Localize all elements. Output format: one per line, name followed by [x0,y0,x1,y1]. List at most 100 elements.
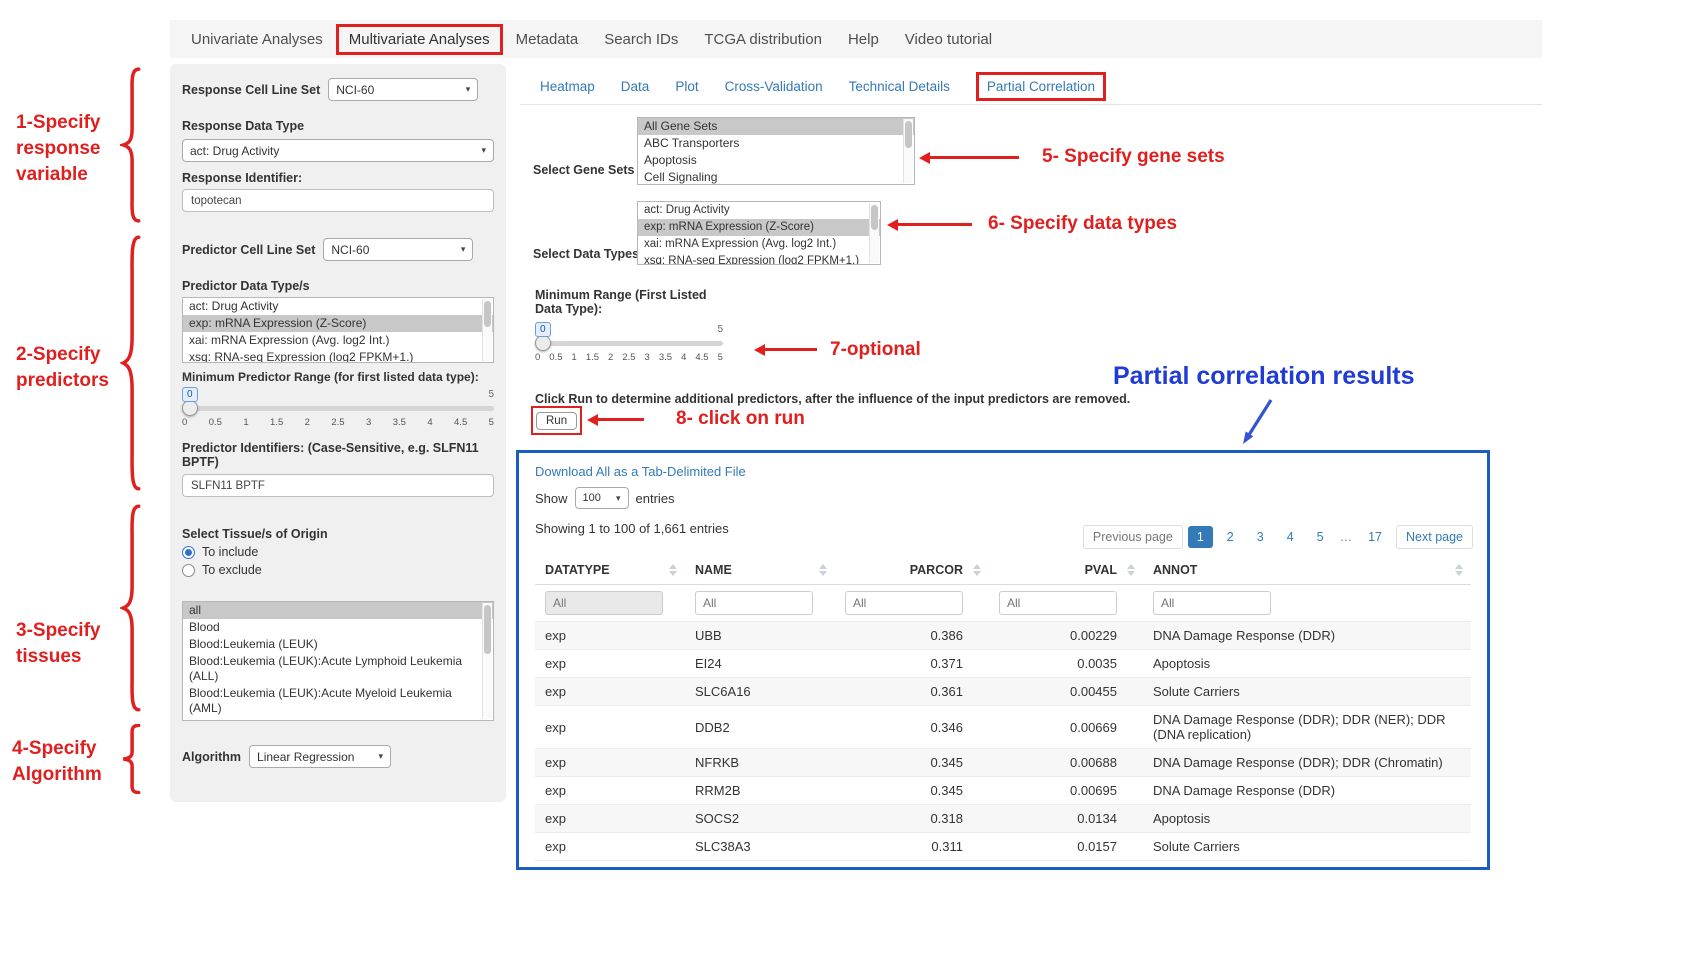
tick-label: 3 [645,352,650,363]
tissue-include-radio[interactable]: To include [182,545,494,559]
listbox-option-selected[interactable]: exp: mRNA Expression (Z-Score) [638,219,880,236]
cell-name: SLC6A16 [685,678,835,706]
scrollbar-thumb[interactable] [484,605,491,654]
filter-name-input[interactable] [695,591,813,615]
listbox-option[interactable]: Blood:Leukemia (LEUK) [183,636,493,653]
nav-help[interactable]: Help [835,25,892,54]
scrollbar [903,119,913,183]
nav-tcga-distribution[interactable]: TCGA distribution [691,25,835,54]
nav-video-tutorial[interactable]: Video tutorial [892,25,1005,54]
page-button-17[interactable]: 17 [1359,526,1391,548]
annotation-step7: 7-optional [830,337,921,363]
table-header-row: DATATYPE NAME PARCOR PVAL ANNOT [535,556,1471,585]
tick-label: 3.5 [393,417,406,428]
scrollbar-thumb[interactable] [484,301,491,327]
slider-track[interactable] [182,406,494,411]
listbox-option-selected[interactable]: exp: mRNA Expression (Z-Score) [183,315,493,332]
slider-track[interactable] [535,341,723,346]
column-header-parcor[interactable]: PARCOR [835,556,989,585]
run-button[interactable]: Run [536,412,577,430]
algorithm-select[interactable]: Linear Regression ▾ [249,745,391,768]
listbox-option[interactable]: Apoptosis [638,152,914,169]
cell-parcor: 0.371 [835,650,989,678]
table-row: exp NFRKB 0.345 0.00688 DNA Damage Respo… [535,749,1471,777]
tick-label: 5 [489,417,494,428]
listbox-option[interactable]: Blood [183,619,493,636]
nav-multivariate-analyses[interactable]: Multivariate Analyses [336,24,503,55]
tab-partial-correlation[interactable]: Partial Correlation [976,72,1106,101]
page-button-1[interactable]: 1 [1188,526,1213,548]
tissue-exclude-radio[interactable]: To exclude [182,563,494,577]
listbox-option-selected[interactable]: all [183,602,493,619]
filter-annot-input[interactable] [1153,591,1271,615]
listbox-option[interactable]: xai: mRNA Expression (Avg. log2 Int.) [638,236,880,253]
page-button-4[interactable]: 4 [1278,526,1303,548]
cell-parcor: 0.311 [835,833,989,861]
filter-datatype-input[interactable] [545,591,663,615]
annotation-step5: 5- Specify gene sets [1042,144,1225,170]
download-all-link[interactable]: Download All as a Tab-Delimited File [535,464,746,479]
page-button-3[interactable]: 3 [1248,526,1273,548]
sort-icon[interactable] [669,564,677,576]
listbox-option[interactable]: act: Drug Activity [638,202,880,219]
listbox-option[interactable]: xsq: RNA-seq Expression (log2 FPKM+1.) [638,253,880,265]
listbox-option[interactable]: Blood:Leukemia (LEUK):Acute Lymphoid Leu… [183,653,493,685]
listbox-option-selected[interactable]: All Gene Sets [638,118,914,135]
arrow-step7 [759,348,817,351]
scrollbar-thumb[interactable] [905,121,912,148]
slider-handle[interactable] [535,335,551,351]
listbox-option[interactable]: Cell Signaling [638,169,914,185]
tab-data[interactable]: Data [621,79,650,94]
cell-name: SLC38A3 [685,833,835,861]
cell-annot: Solute Carriers [1143,678,1471,706]
tab-heatmap[interactable]: Heatmap [540,79,595,94]
response-data-type-label: Response Data Type [182,119,494,133]
column-header-datatype[interactable]: DATATYPE [535,556,685,585]
column-header-pval[interactable]: PVAL [989,556,1143,585]
previous-page-button[interactable]: Previous page [1083,525,1183,549]
page-button-5[interactable]: 5 [1308,526,1333,548]
listbox-option[interactable]: Blood:Leukemia (LEUK):Acute Myeloid Leuk… [183,685,493,717]
sort-icon[interactable] [819,564,827,576]
listbox-option[interactable]: ABC Transporters [638,135,914,152]
listbox-option[interactable]: xsq: RNA-seq Expression (log2 FPKM+1.) [183,349,493,363]
min-predictor-range-label: Minimum Predictor Range (for first liste… [182,370,494,384]
scrollbar-thumb[interactable] [871,205,878,230]
nav-metadata[interactable]: Metadata [503,25,592,54]
tab-technical-details[interactable]: Technical Details [849,79,950,94]
predictor-cell-line-set-select[interactable]: NCI-60 ▾ [323,238,473,261]
column-header-name[interactable]: NAME [685,556,835,585]
listbox-option[interactable]: xai: mRNA Expression (Avg. log2 Int.) [183,332,493,349]
cell-annot: Apoptosis [1143,805,1471,833]
tissue-origin-label: Select Tissue/s of Origin [182,527,494,541]
page: Univariate Analyses Multivariate Analyse… [0,0,1700,956]
tab-plot[interactable]: Plot [675,79,698,94]
listbox-option[interactable]: act: Drug Activity [183,298,493,315]
cell-parcor: 0.345 [835,749,989,777]
response-identifier-input[interactable] [182,189,494,212]
predictor-identifiers-input[interactable] [182,474,494,497]
nav-univariate-analyses[interactable]: Univariate Analyses [178,25,336,54]
listbox-option[interactable]: Blood:Leukemia (LEUK):Chronic Myelogenou… [183,717,493,721]
tick-label: 2 [305,417,310,428]
annotation-step6: 6- Specify data types [988,211,1177,237]
cell-pval: 0.00688 [989,749,1143,777]
column-header-annot[interactable]: ANNOT [1143,556,1471,585]
filter-pval-input[interactable] [999,591,1117,615]
algorithm-value: Linear Regression [257,750,354,764]
slider-handle[interactable] [182,400,198,416]
sort-icon[interactable] [1455,564,1463,576]
response-cell-line-set-select[interactable]: NCI-60 ▾ [328,78,478,101]
filter-parcor-input[interactable] [845,591,963,615]
sort-icon[interactable] [1127,564,1135,576]
tab-cross-validation[interactable]: Cross-Validation [725,79,823,94]
page-button-2[interactable]: 2 [1218,526,1243,548]
response-data-type-select[interactable]: act: Drug Activity ▾ [182,139,494,162]
nav-search-ids[interactable]: Search IDs [591,25,691,54]
entries-per-page-select[interactable]: 100 ▾ [575,487,629,509]
select-data-types-label: Select Data Types [533,247,639,261]
cell-datatype: exp [535,777,685,805]
annotation-step8: 8- click on run [676,406,805,432]
next-page-button[interactable]: Next page [1396,525,1473,549]
sort-icon[interactable] [973,564,981,576]
